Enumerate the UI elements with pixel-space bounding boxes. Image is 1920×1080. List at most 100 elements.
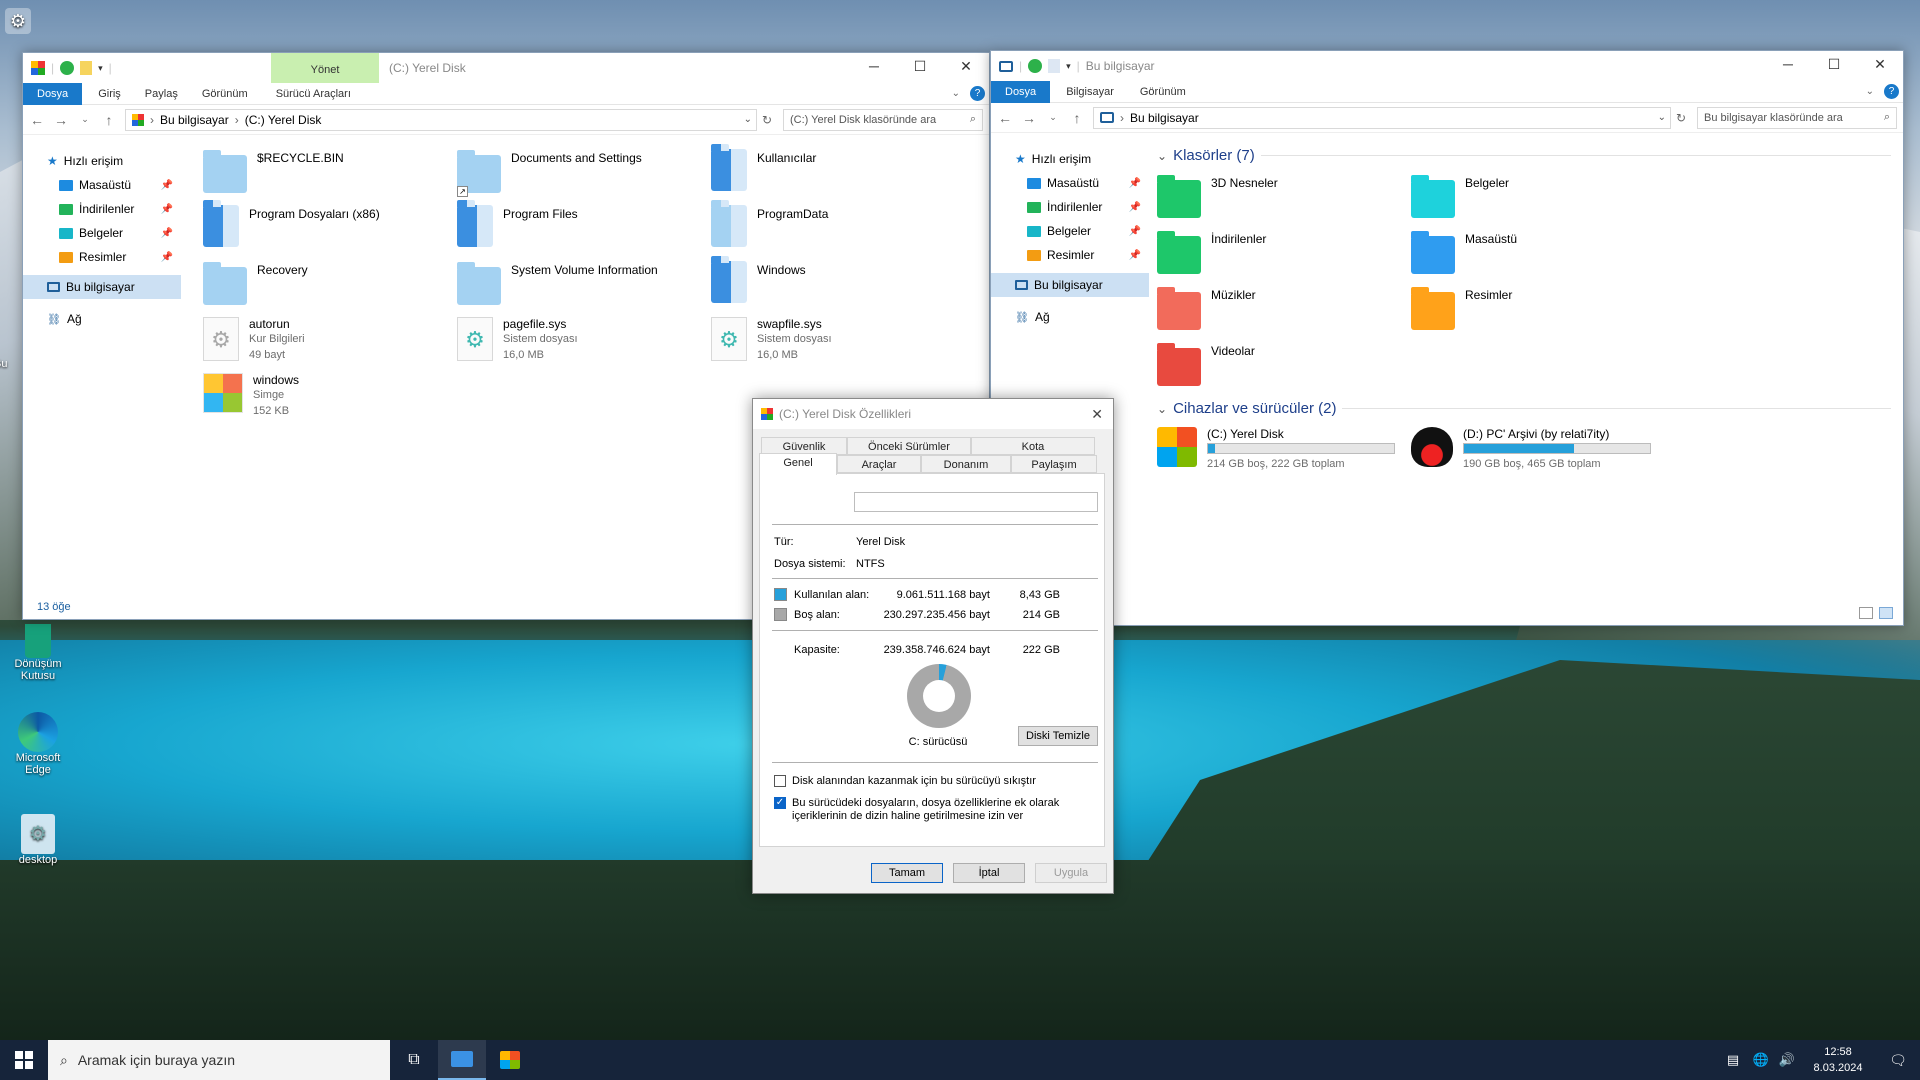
recent-dropdown-icon[interactable]: ⌄ xyxy=(77,114,93,125)
back-arrow-icon[interactable]: ← xyxy=(29,112,45,128)
sidebar-item-3[interactable]: Belgeler 📌 xyxy=(991,219,1149,243)
folder-item[interactable]: Resimler xyxy=(1411,286,1665,342)
sidebar-item-5[interactable]: Bu bilgisayar xyxy=(23,275,181,299)
search-input[interactable]: (C:) Yerel Disk klasöründe ara ⌕ xyxy=(783,108,983,131)
folders-section-header[interactable]: ⌄ Klasörler (7) xyxy=(1157,147,1891,164)
index-checkbox[interactable]: ✓ xyxy=(774,797,786,809)
minimize-button[interactable]: ─ xyxy=(851,53,897,79)
folder-item[interactable]: Belgeler xyxy=(1411,174,1665,230)
qat-dropdown-icon[interactable]: ▾ xyxy=(1066,61,1071,72)
folder-item[interactable]: Masaüstü xyxy=(1411,230,1665,286)
cancel-button[interactable]: İptal xyxy=(953,863,1025,883)
tab-file[interactable]: Dosya xyxy=(23,82,83,105)
chevron-down-icon[interactable]: ⌄ xyxy=(952,88,960,99)
tab-drive-tools[interactable]: Sürücü Araçları xyxy=(264,83,363,105)
disk-cleanup-button[interactable]: Diski Temizle xyxy=(1018,726,1098,746)
qat-dropdown-icon[interactable]: ▾ xyxy=(98,63,103,74)
clock[interactable]: 12:58 8.03.2024 xyxy=(1800,1044,1876,1076)
drives-section-header[interactable]: ⌄ Cihazlar ve sürücüler (2) xyxy=(1157,400,1891,417)
compress-checkbox[interactable] xyxy=(774,775,786,787)
file-item[interactable]: Kullanıcılar xyxy=(711,144,965,205)
tab-tools[interactable]: Araçlar xyxy=(837,455,921,473)
desktop-recycle-bin[interactable]: Dönüşüm Kutusu xyxy=(2,624,74,682)
store-taskbar-icon[interactable] xyxy=(486,1040,534,1080)
sidebar-item-6[interactable]: ⛓ Ağ xyxy=(23,307,181,331)
news-widget-icon[interactable]: ▤ xyxy=(1718,1052,1748,1068)
tab-computer[interactable]: Bilgisayar xyxy=(1050,81,1130,103)
help-icon[interactable]: ? xyxy=(1884,84,1899,99)
breadcrumb-this-pc[interactable]: Bu bilgisayar xyxy=(1130,111,1199,125)
forward-arrow-icon[interactable]: → xyxy=(1021,110,1037,126)
sidebar-item-3[interactable]: Belgeler 📌 xyxy=(23,221,181,245)
close-button[interactable]: ✕ xyxy=(1091,406,1103,423)
minimize-button[interactable]: ─ xyxy=(1765,51,1811,77)
task-view-icon[interactable]: ⧉ xyxy=(390,1051,438,1069)
file-item[interactable]: System Volume Information xyxy=(457,261,711,317)
drive-item[interactable]: (D:) PC' Arşivi (by relati7ity) 190 GB bo… xyxy=(1411,427,1665,483)
chevron-down-icon[interactable]: ⌄ xyxy=(1866,86,1874,97)
check-icon[interactable] xyxy=(60,61,75,75)
sidebar-item-1[interactable]: Masaüstü 📌 xyxy=(991,171,1149,195)
drive-item[interactable]: (C:) Yerel Disk 214 GB boş, 222 GB toplam xyxy=(1157,427,1411,483)
forward-arrow-icon[interactable]: → xyxy=(53,112,69,128)
tab-view[interactable]: Görünüm xyxy=(186,83,264,105)
tab-file[interactable]: Dosya xyxy=(991,80,1051,103)
desktop-gear-icon[interactable]: ⚙ xyxy=(1,6,35,36)
tab-share[interactable]: Paylaş xyxy=(137,83,186,105)
address-box[interactable]: › Bu bilgisayar › (C:) Yerel Disk ⌄ xyxy=(125,108,757,131)
refresh-icon[interactable]: ↻ xyxy=(1673,111,1689,125)
folder-item[interactable]: Müzikler xyxy=(1157,286,1411,342)
details-view-icon[interactable] xyxy=(1859,607,1873,619)
folder-item[interactable]: 3D Nesneler xyxy=(1157,174,1411,230)
check-icon[interactable] xyxy=(1028,59,1043,73)
globe-language-icon[interactable]: 🌐 xyxy=(1748,1052,1774,1068)
taskbar-search-box[interactable]: ⌕ Aramak için buraya yazın xyxy=(48,1040,390,1080)
file-item[interactable]: ⚙ autorun Kur Bilgileri 49 bayt xyxy=(203,317,457,373)
sidebar-item-6[interactable]: ⛓ Ağ xyxy=(991,305,1149,329)
tab-general[interactable]: Genel xyxy=(759,453,837,475)
tab-quota[interactable]: Kota xyxy=(971,437,1095,455)
tab-view[interactable]: Görünüm xyxy=(1130,81,1196,103)
file-item[interactable]: Program Files xyxy=(457,200,711,261)
folder-item[interactable]: Videolar xyxy=(1157,342,1411,398)
volume-icon[interactable]: 🔊 xyxy=(1774,1052,1800,1068)
address-dropdown-icon[interactable]: ⌄ xyxy=(1658,112,1666,123)
folder-item[interactable]: İndirilenler xyxy=(1157,230,1411,286)
file-item[interactable]: Program Dosyaları (x86) xyxy=(203,200,457,261)
notification-center-icon[interactable]: 🗨 xyxy=(1876,1052,1920,1069)
start-button[interactable] xyxy=(0,1040,48,1080)
sidebar-item-4[interactable]: Resimler 📌 xyxy=(23,245,181,269)
up-arrow-icon[interactable]: ↑ xyxy=(101,112,117,128)
search-input[interactable]: Bu bilgisayar klasöründe ara ⌕ xyxy=(1697,106,1897,129)
desktop-desktop-file[interactable]: ⚙ desktop xyxy=(2,814,74,866)
maximize-button[interactable]: ☐ xyxy=(897,53,943,79)
address-box[interactable]: › Bu bilgisayar ⌄ xyxy=(1093,106,1671,129)
breadcrumb-c-drive[interactable]: (C:) Yerel Disk xyxy=(245,113,322,127)
sidebar-item-0[interactable]: ★ Hızlı erişim xyxy=(23,149,181,173)
file-item[interactable]: ⚙ swapfile.sys Sistem dosyası 16,0 MB xyxy=(711,317,965,373)
volume-label-input[interactable] xyxy=(854,492,1098,512)
tab-sharing[interactable]: Paylaşım xyxy=(1011,455,1097,473)
breadcrumb-this-pc[interactable]: Bu bilgisayar xyxy=(160,113,229,127)
tab-previous-versions[interactable]: Önceki Sürümler xyxy=(847,437,971,455)
tab-hardware[interactable]: Donanım xyxy=(921,455,1011,473)
apply-button[interactable]: Uygula xyxy=(1035,863,1107,883)
file-item[interactable]: Windows xyxy=(711,256,965,317)
close-button[interactable]: ✕ xyxy=(1857,51,1903,77)
sidebar-item-4[interactable]: Resimler 📌 xyxy=(991,243,1149,267)
file-item[interactable]: Recovery xyxy=(203,261,457,317)
ok-button[interactable]: Tamam xyxy=(871,863,943,883)
up-arrow-icon[interactable]: ↑ xyxy=(1069,110,1085,126)
file-item[interactable]: windows Simge 152 KB xyxy=(203,373,457,429)
maximize-button[interactable]: ☐ xyxy=(1811,51,1857,77)
refresh-icon[interactable]: ↻ xyxy=(759,113,775,127)
back-arrow-icon[interactable]: ← xyxy=(997,110,1013,126)
close-button[interactable]: ✕ xyxy=(943,53,989,79)
recent-dropdown-icon[interactable]: ⌄ xyxy=(1045,112,1061,123)
new-folder-icon[interactable] xyxy=(80,61,93,75)
sidebar-item-2[interactable]: İndirilenler 📌 xyxy=(23,197,181,221)
tab-home[interactable]: Giriş xyxy=(82,83,137,105)
file-explorer-taskbar-icon[interactable] xyxy=(438,1040,486,1080)
sidebar-item-0[interactable]: ★ Hızlı erişim xyxy=(991,147,1149,171)
large-icons-view-icon[interactable] xyxy=(1879,607,1893,619)
